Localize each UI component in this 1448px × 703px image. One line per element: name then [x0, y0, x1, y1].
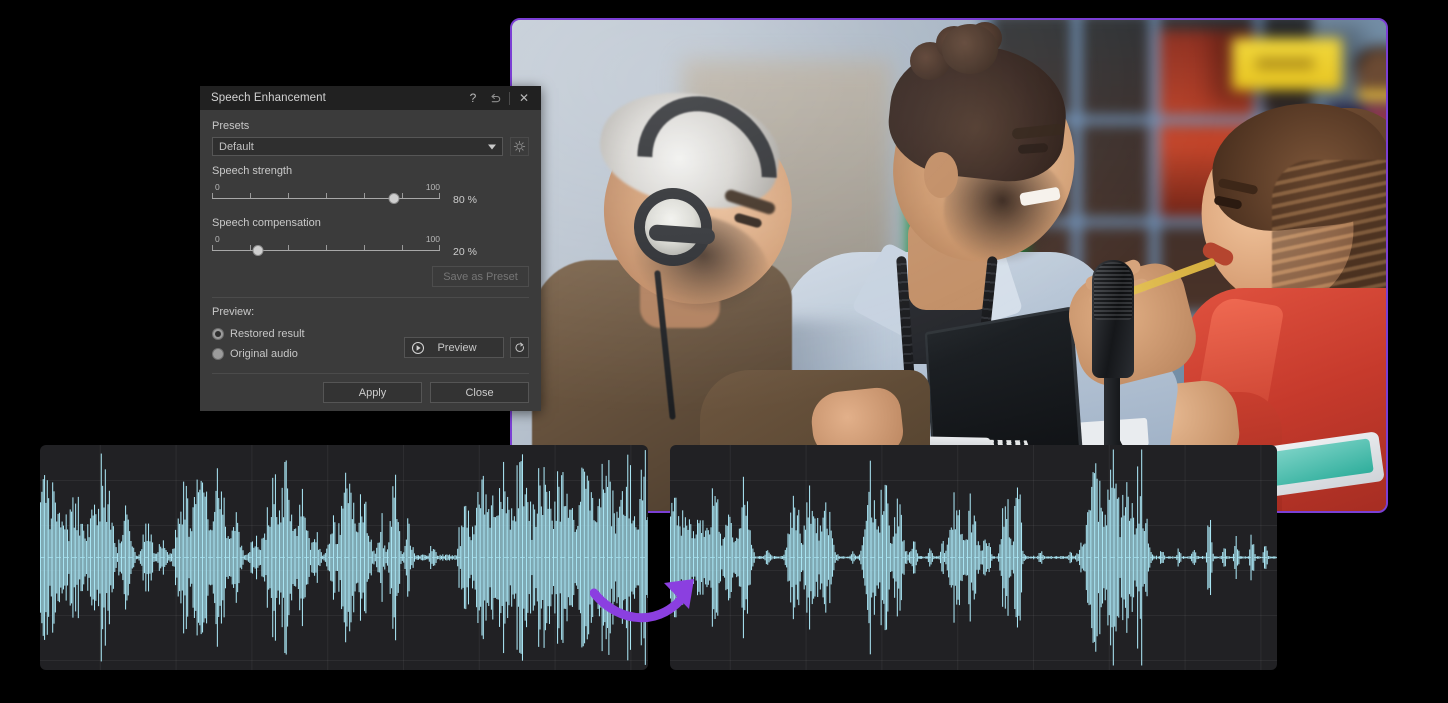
slider-max-label: 100: [425, 234, 440, 244]
screenshot-root: Speech Enhancement ? ✕ Presets Default S…: [0, 0, 1448, 703]
presets-row: Default: [212, 137, 529, 156]
gear-icon[interactable]: [510, 137, 529, 156]
save-preset-row: Save as Preset: [212, 266, 529, 287]
chevron-down-icon: [488, 144, 496, 149]
close-x-icon[interactable]: ✕: [513, 87, 535, 109]
save-as-preset-button[interactable]: Save as Preset: [432, 266, 529, 287]
enhanced-waveform-panel[interactable]: [670, 445, 1277, 670]
dialog-footer: Apply Close: [212, 374, 529, 403]
dialog-body: Presets Default Speech strength 0 100 80…: [200, 110, 541, 403]
speech-compensation-section: Speech compensation 0 100 20 %: [212, 217, 529, 260]
speech-strength-value: 80 %: [453, 194, 477, 206]
speech-compensation-knob[interactable]: [252, 245, 264, 256]
speech-strength-label: Speech strength: [212, 165, 293, 177]
slider-min-label: 0: [215, 182, 220, 192]
radio-selected-icon: [212, 328, 224, 340]
preview-button-label: Preview: [437, 341, 477, 354]
preset-selected-value: Default: [219, 140, 254, 153]
original-waveform-panel[interactable]: [40, 445, 648, 670]
speech-compensation-track: [212, 250, 440, 251]
replay-circular-arrow-icon[interactable]: [510, 337, 529, 358]
speech-compensation-label: Speech compensation: [212, 217, 321, 229]
radio-original-audio-label: Original audio: [230, 348, 298, 360]
preset-dropdown[interactable]: Default: [212, 137, 503, 156]
slider-max-label: 100: [425, 182, 440, 192]
preview-button[interactable]: Preview: [404, 337, 504, 358]
radio-original-audio[interactable]: Original audio: [212, 344, 404, 364]
titlebar-divider: [509, 91, 510, 105]
play-circle-glyph: [411, 341, 425, 354]
speech-strength-row: 0 100 80 %: [212, 182, 529, 208]
speech-strength-knob[interactable]: [388, 193, 400, 204]
enhanced-waveform-graphic: [670, 449, 1277, 666]
speech-compensation-slider[interactable]: 0 100: [212, 234, 440, 260]
speech-compensation-row: 0 100 20 %: [212, 234, 529, 260]
radio-unselected-icon: [212, 348, 224, 360]
radio-restored-result[interactable]: Restored result: [212, 324, 404, 344]
preview-radio-group: Restored result Original audio: [212, 324, 404, 364]
apply-button[interactable]: Apply: [323, 382, 422, 403]
replay-glyph: [515, 342, 524, 352]
gear-glyph: [513, 140, 526, 153]
presets-label: Presets: [212, 120, 250, 132]
slider-min-label: 0: [215, 234, 220, 244]
preview-controls: Preview: [404, 337, 529, 358]
speech-strength-section: Speech strength 0 100 80 %: [212, 165, 529, 208]
help-icon[interactable]: ?: [462, 87, 484, 109]
play-circle-icon: [411, 341, 425, 355]
photo-card: [510, 18, 1388, 513]
undo-arrow-icon[interactable]: [484, 87, 506, 109]
radio-restored-result-label: Restored result: [230, 328, 305, 340]
speech-compensation-value: 20 %: [453, 246, 477, 258]
dialog-title: Speech Enhancement: [211, 92, 326, 104]
close-button[interactable]: Close: [430, 382, 529, 403]
undo-arrow-glyph: [490, 93, 500, 102]
preview-label: Preview:: [212, 306, 255, 318]
speech-enhancement-dialog: Speech Enhancement ? ✕ Presets Default S…: [200, 86, 541, 411]
speech-strength-track: [212, 198, 440, 199]
divider-top: [212, 297, 529, 298]
presets-section: Presets Default: [212, 120, 529, 156]
dialog-titlebar: Speech Enhancement ? ✕: [200, 86, 541, 110]
original-waveform-graphic: [40, 450, 648, 665]
speech-strength-slider[interactable]: 0 100: [212, 182, 440, 208]
preview-section: Restored result Original audio Preview: [212, 324, 529, 364]
